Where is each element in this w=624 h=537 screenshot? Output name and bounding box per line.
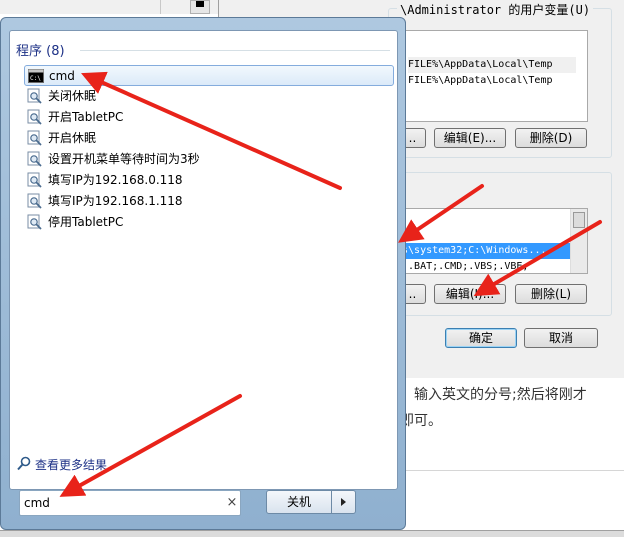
program-label: 设置开机菜单等待时间为3秒 bbox=[48, 152, 200, 166]
list-item[interactable]: FILE%\AppData\Local\Temp bbox=[408, 73, 599, 89]
scrollbar-arrow[interactable] bbox=[190, 0, 210, 14]
article-text: ，输入英文的分号;然后将刚才 bbox=[400, 387, 587, 403]
program-item-cmd[interactable]: C:\ cmd bbox=[24, 65, 394, 86]
program-label: 停用TabletPC bbox=[48, 215, 124, 229]
search-file-icon bbox=[27, 172, 42, 188]
start-menu: 程序 (8) C:\ cmd 关闭休眠 开启TabletPC 开启休眠 设置开机… bbox=[0, 17, 406, 530]
program-item[interactable]: 填写IP为192.168.1.118 bbox=[24, 191, 394, 212]
list-item[interactable]: E;.BAT;.CMD;.VBS;.VBE; bbox=[396, 259, 587, 273]
clear-search-icon[interactable]: × bbox=[224, 494, 240, 512]
list-item[interactable]: NT bbox=[396, 227, 587, 243]
search-file-icon bbox=[27, 109, 42, 125]
program-item[interactable]: 关闭休眠 bbox=[24, 86, 394, 107]
program-label: 开启TabletPC bbox=[48, 110, 124, 124]
program-item[interactable]: 停用TabletPC bbox=[24, 212, 394, 233]
user-variables-title: \Administrator 的用户变量(U) bbox=[397, 1, 594, 18]
program-label: 填写IP为192.168.0.118 bbox=[48, 173, 183, 187]
program-label: cmd bbox=[49, 69, 75, 83]
divider bbox=[160, 0, 161, 14]
user-variables-list[interactable]: FILE%\AppData\Local\Temp FILE%\AppData\L… bbox=[395, 30, 588, 122]
search-file-icon bbox=[27, 193, 42, 209]
cancel-button[interactable]: 取消 bbox=[524, 328, 598, 348]
search-input[interactable] bbox=[24, 494, 214, 512]
ok-button[interactable]: 确定 bbox=[445, 328, 517, 348]
program-item[interactable]: 开启休眠 bbox=[24, 128, 394, 149]
search-file-icon bbox=[27, 88, 42, 104]
system-edit-button[interactable]: 编辑(I)... bbox=[434, 284, 506, 304]
search-results-pane: 程序 (8) C:\ cmd 关闭休眠 开启TabletPC 开启休眠 设置开机… bbox=[9, 30, 398, 490]
program-item[interactable]: 设置开机菜单等待时间为3秒 bbox=[24, 149, 394, 170]
program-label: 开启休眠 bbox=[48, 131, 97, 145]
list-item-selected[interactable]: ws\system32;C:\Windows... bbox=[396, 243, 587, 259]
search-box[interactable]: × bbox=[19, 490, 241, 516]
user-delete-button[interactable]: 删除(D) bbox=[515, 128, 587, 148]
programs-section-title: 程序 (8) bbox=[16, 44, 65, 59]
shutdown-button[interactable]: 关机 bbox=[266, 490, 332, 514]
program-item[interactable]: 填写IP为192.168.0.118 bbox=[24, 170, 394, 191]
divider bbox=[400, 470, 624, 471]
program-label: 关闭休眠 bbox=[48, 89, 97, 103]
see-more-label: 查看更多结果 bbox=[35, 458, 108, 472]
divider bbox=[80, 50, 390, 51]
search-file-icon bbox=[27, 214, 42, 230]
svg-text:C:\: C:\ bbox=[30, 75, 41, 82]
see-more-results-link[interactable]: 查看更多结果 bbox=[17, 456, 127, 472]
list-item[interactable]: FILE%\AppData\Local\Temp bbox=[408, 57, 576, 73]
article-text: 即可。 bbox=[400, 413, 442, 429]
user-edit-button[interactable]: 编辑(E)... bbox=[434, 128, 506, 148]
scrollbar-thumb[interactable] bbox=[573, 212, 585, 228]
vertical-scrollbar[interactable] bbox=[570, 209, 587, 273]
search-file-icon bbox=[27, 151, 42, 167]
cmd-icon: C:\ bbox=[28, 69, 44, 83]
program-label: 填写IP为192.168.1.118 bbox=[48, 194, 183, 208]
system-variables-list[interactable]: NT ws\system32;C:\Windows... E;.BAT;.CMD… bbox=[395, 208, 588, 274]
program-item[interactable]: 开启TabletPC bbox=[24, 107, 394, 128]
search-icon bbox=[17, 456, 31, 471]
system-delete-button[interactable]: 删除(L) bbox=[515, 284, 587, 304]
search-file-icon bbox=[27, 130, 42, 146]
shutdown-options-arrow-icon[interactable] bbox=[332, 490, 356, 514]
taskbar-edge bbox=[0, 530, 624, 537]
